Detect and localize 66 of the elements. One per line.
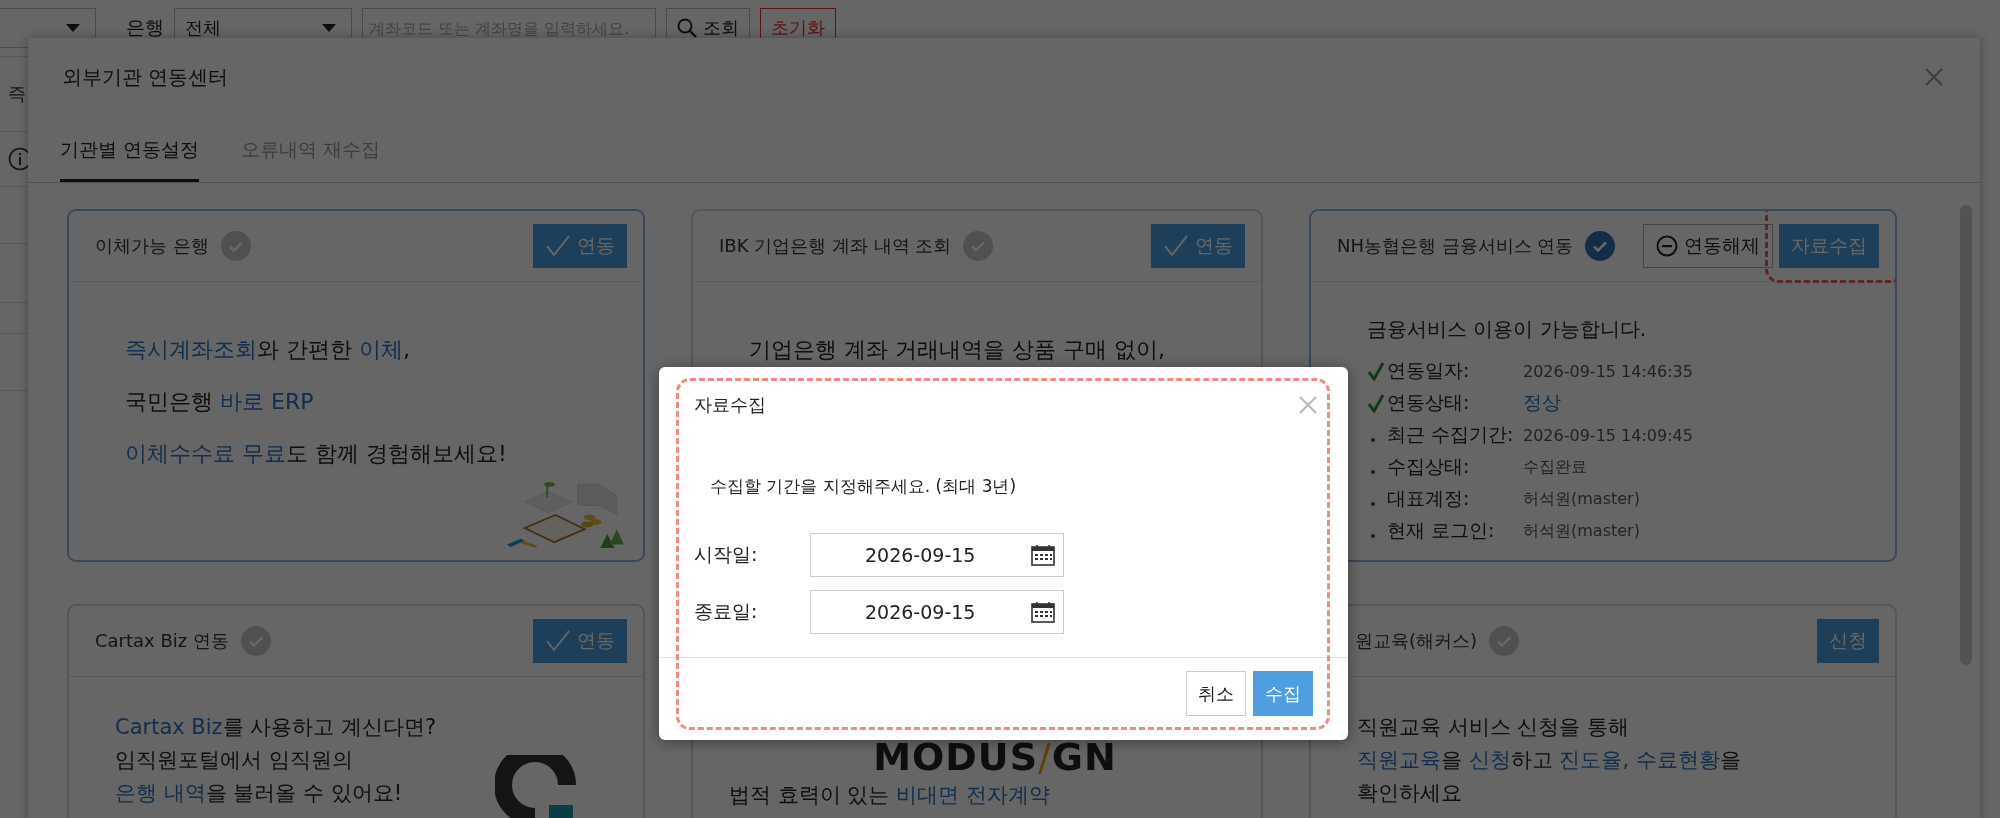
link-button[interactable]: 연동 [1151,224,1245,268]
search-icon [677,18,697,38]
promo-text: Cartax Biz를 사용하고 계신다면? [115,714,437,741]
check-icon [1163,234,1189,258]
date-field[interactable]: 2026-09-15 [810,533,1064,577]
bullet-icon [1371,470,1375,474]
status-label: 대표계정: [1387,486,1471,511]
promo-text: 기업은행 계좌 거래내역을 상품 구매 없이, [749,336,1165,364]
field-label: 시작일: [694,542,759,567]
close-icon[interactable] [1924,67,1944,87]
calendar-icon[interactable] [1031,544,1055,566]
card-title: 이체가능 은행 [95,234,209,258]
card-title: Cartax Biz 연동 [95,629,229,653]
promo-text: 직원교육 서비스 신청을 통해 [1357,714,1630,741]
status-label: 연동일자: [1387,358,1471,383]
promo-text: 은행 내역을 불러올 수 있어요! [115,780,403,807]
status-value: 정상 [1523,390,1561,415]
status-heading: 금융서비스 이용이 가능합니다. [1367,316,1648,343]
link-button[interactable]: 연동 [533,619,627,663]
card-title: 원교육(해커스) [1355,629,1478,653]
logo-text: MODUS/GN [872,735,1118,779]
card-title: NH농협은행 금융서비스 연동 [1337,234,1574,258]
date-field[interactable]: 2026-09-15 [810,590,1064,634]
bullet-icon [1371,534,1375,538]
status-label: 최근 수집기간: [1387,422,1515,447]
minus-circle-icon [1656,235,1678,257]
column-header: 즉 [8,82,26,106]
card-title: IBK 기업은행 계좌 내역 조회 [719,234,952,258]
modal-title: 외부기관 연동센터 [62,63,229,91]
collect-button[interactable]: 수집 [1253,671,1313,716]
check-icon [545,234,571,258]
unlink-button[interactable]: 연동해제 [1643,224,1773,268]
check-icon [1367,361,1385,381]
promo-text: 임직원포털에서 임직원의 [115,747,353,774]
status-value: 허석원(master) [1523,488,1640,510]
status-label: 현재 로그인: [1387,518,1496,543]
bullet-icon [1371,502,1375,506]
calendar-icon[interactable] [1031,601,1055,623]
check-icon [545,629,571,653]
filter-label: 은행 [126,15,164,40]
status-value: 2026-09-15 14:09:45 [1523,425,1693,445]
apply-button[interactable]: 신청 [1817,619,1879,663]
check-icon [1367,393,1385,413]
status-value: 수집완료 [1523,456,1587,478]
status-value: 2026-09-15 14:46:35 [1523,361,1693,381]
status-label: 연동상태: [1387,390,1471,415]
status-value: 허석원(master) [1523,520,1640,542]
promo-text: 즉시계좌조회와 간편한 이체, [125,336,410,364]
caret-icon [65,23,81,33]
collect-button[interactable]: 자료수집 [1779,224,1879,268]
instruction-text: 수집할 기간을 지정해주세요. (최대 3년) [709,475,1018,498]
link-button[interactable]: 연동 [533,224,627,268]
promo-text: 확인하세요 [1357,780,1462,807]
promo-text: 직원교육을 신청하고 진도율, 수료현황을 [1357,747,1741,774]
tab[interactable]: 기관별 연동설정 [60,137,200,182]
cancel-button[interactable]: 취소 [1186,671,1246,716]
promo-text: 이체수수료 무료도 함께 경험해보세요! [125,440,507,468]
promo-text: 국민은행 바로 ERP [125,388,314,416]
caret-icon [321,23,337,33]
bullet-icon [1371,438,1375,442]
promo-text: 법적 효력이 있는 비대면 전자계약 [729,782,1050,809]
close-icon[interactable] [1298,395,1318,415]
dialog-title: 자료수집 [694,393,766,417]
ring-logo-icon [495,755,579,818]
field-label: 종료일: [694,599,759,624]
status-label: 수집상태: [1387,454,1471,479]
